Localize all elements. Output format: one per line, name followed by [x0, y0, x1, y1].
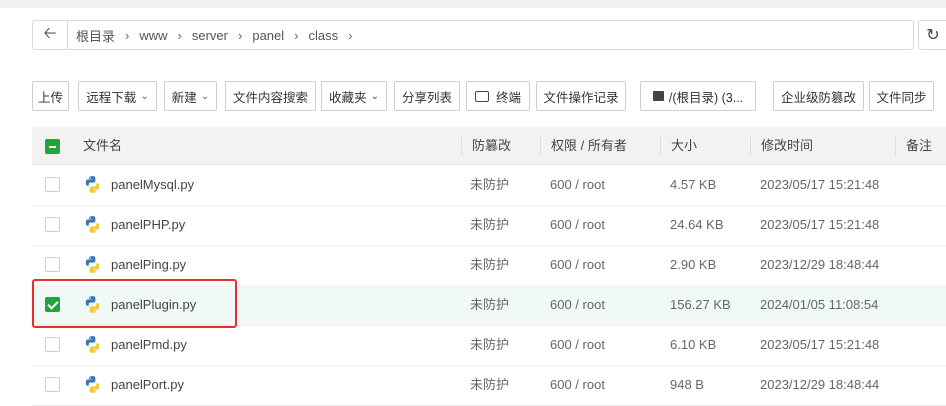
disk-icon — [652, 91, 664, 101]
tamper-status[interactable]: 未防护 — [470, 365, 509, 405]
terminal-icon — [474, 90, 489, 102]
table-row[interactable]: panelPmd.py 未防护 600 / root 6.10 KB 2023/… — [32, 325, 946, 366]
file-name-link[interactable]: panelPort.py — [111, 365, 184, 405]
modified-time: 2023/05/17 15:21:48 — [760, 217, 880, 232]
column-divider — [540, 137, 541, 155]
crumb-class[interactable]: class — [309, 28, 339, 43]
header-name[interactable]: 文件名 — [83, 127, 122, 164]
chevron-right-icon: › — [294, 27, 299, 43]
share-list-button[interactable]: 分享列表 — [394, 81, 460, 111]
column-divider — [895, 137, 896, 155]
crumb-server[interactable]: server — [192, 28, 228, 43]
permission-owner[interactable]: 600 / root — [550, 245, 605, 285]
top-strip — [0, 0, 946, 8]
row-checkbox[interactable] — [45, 217, 60, 232]
upload-button[interactable]: 上传 — [32, 81, 69, 111]
column-divider — [660, 137, 661, 155]
file-name-link[interactable]: panelPmd.py — [111, 325, 187, 365]
crumb-www[interactable]: www — [139, 28, 167, 43]
remote-download-label: 远程下载 — [86, 90, 137, 105]
table-header: 文件名 防篡改 权限 / 所有者 大小 修改时间 备注 — [32, 127, 946, 165]
permission-owner[interactable]: 600 / root — [550, 165, 605, 205]
disk-button[interactable]: /(根目录) (3... — [640, 81, 756, 111]
chevron-down-icon: ⌄ — [200, 90, 210, 102]
permission-owner[interactable]: 600 / root — [550, 325, 605, 365]
chevron-right-icon: › — [125, 27, 130, 43]
file-name-link[interactable]: panelPHP.py — [111, 205, 185, 245]
tamper-protect-button[interactable]: 企业级防篡改 — [773, 81, 864, 111]
tamper-status[interactable]: 未防护 — [470, 245, 509, 285]
python-file-icon — [85, 376, 100, 393]
file-log-label: 文件操作记录 — [543, 90, 619, 105]
refresh-icon[interactable]: ↻ — [918, 20, 946, 50]
chevron-down-icon: ⌄ — [370, 90, 379, 102]
crumb-root[interactable]: 根目录 — [76, 26, 115, 45]
modified-time: 2024/01/05 11:08:54 — [760, 297, 879, 312]
permission-owner[interactable]: 600 / root — [550, 205, 605, 245]
python-file-icon — [85, 176, 100, 193]
terminal-label: 终端 — [495, 90, 521, 105]
upload-label: 上传 — [37, 90, 63, 105]
column-divider — [750, 137, 751, 155]
content-search-button[interactable]: 文件内容搜索 — [225, 81, 316, 111]
row-checkbox[interactable] — [45, 177, 60, 192]
select-all-checkbox[interactable] — [45, 139, 60, 154]
file-log-button[interactable]: 文件操作记录 — [536, 81, 626, 111]
python-file-icon — [85, 216, 100, 233]
tamper-status[interactable]: 未防护 — [470, 165, 509, 205]
breadcrumb: 根目录 › www › server › panel › class › — [76, 21, 362, 49]
modified-time: 2023/12/29 18:48:44 — [760, 377, 880, 392]
tamper-protect-label: 企业级防篡改 — [780, 90, 856, 105]
crumb-panel[interactable]: panel — [252, 28, 284, 43]
file-size: 6.10 KB — [670, 337, 717, 352]
file-size: 156.27 KB — [670, 297, 731, 312]
file-sync-label: 文件同步 — [876, 90, 927, 105]
tamper-status[interactable]: 未防护 — [470, 325, 509, 365]
terminal-button[interactable]: 终端 — [466, 81, 530, 111]
table-row[interactable]: panelPHP.py 未防护 600 / root 24.64 KB 2023… — [32, 205, 946, 246]
table-row[interactable]: panelMysql.py 未防护 600 / root 4.57 KB 202… — [32, 165, 946, 206]
file-name-link[interactable]: panelMysql.py — [111, 165, 194, 205]
file-size: 4.57 KB — [670, 177, 717, 192]
chevron-right-icon: › — [177, 27, 182, 43]
annotation-highlight — [32, 279, 237, 328]
path-bar[interactable]: 🡠 根目录 › www › server › panel › class › — [32, 20, 914, 50]
content-search-label: 文件内容搜索 — [232, 90, 308, 105]
new-button[interactable]: 新建 ⌄ — [164, 81, 217, 111]
permission-owner[interactable]: 600 / root — [550, 365, 605, 405]
chevron-right-icon: › — [238, 27, 243, 43]
remote-download-button[interactable]: 远程下载 ⌄ — [78, 81, 157, 111]
disk-label: /(根目录) (3... — [668, 90, 744, 105]
new-label: 新建 — [171, 90, 197, 105]
tamper-status[interactable]: 未防护 — [470, 205, 509, 245]
column-divider — [461, 137, 462, 155]
chevron-down-icon: ⌄ — [140, 90, 149, 102]
header-size[interactable]: 大小 — [671, 127, 697, 164]
modified-time: 2023/05/17 15:21:48 — [760, 177, 880, 192]
tamper-status[interactable]: 未防护 — [470, 285, 509, 325]
table-row[interactable]: panelPort.py 未防护 600 / root 948 B 2023/1… — [32, 365, 946, 406]
modified-time: 2023/05/17 15:21:48 — [760, 337, 880, 352]
modified-time: 2023/12/29 18:48:44 — [760, 257, 880, 272]
file-sync-button[interactable]: 文件同步 — [869, 81, 934, 111]
file-size: 2.90 KB — [670, 257, 717, 272]
share-list-label: 分享列表 — [401, 90, 452, 105]
file-size: 24.64 KB — [670, 217, 724, 232]
python-file-icon — [85, 336, 100, 353]
header-perm[interactable]: 权限 / 所有者 — [551, 127, 627, 164]
row-checkbox[interactable] — [45, 337, 60, 352]
back-arrow-icon[interactable]: 🡠 — [33, 21, 68, 49]
chevron-right-icon: › — [348, 27, 353, 43]
permission-owner[interactable]: 600 / root — [550, 285, 605, 325]
header-mtime[interactable]: 修改时间 — [761, 127, 813, 164]
favorites-button[interactable]: 收藏夹 ⌄ — [321, 81, 387, 111]
file-size: 948 B — [670, 377, 704, 392]
favorites-label: 收藏夹 — [329, 90, 367, 105]
header-tamper[interactable]: 防篡改 — [472, 127, 511, 164]
python-file-icon — [85, 256, 100, 273]
row-checkbox[interactable] — [45, 257, 60, 272]
header-remark: 备注 — [906, 138, 933, 153]
